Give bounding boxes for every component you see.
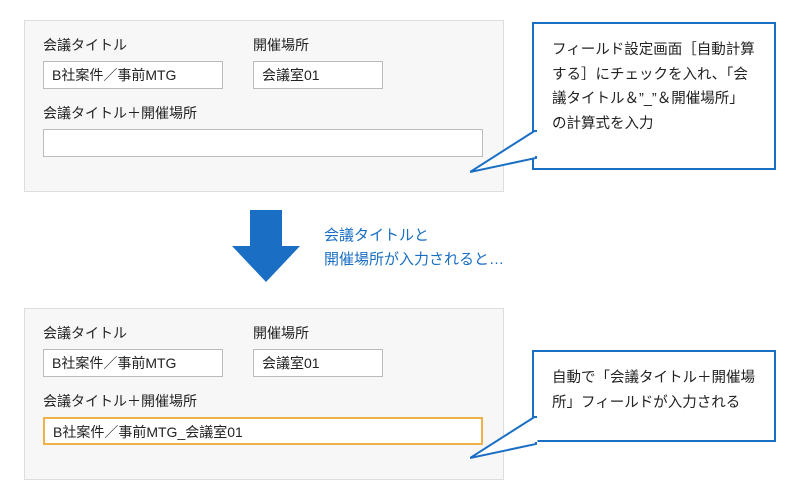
callout-tail-icon <box>470 416 540 466</box>
location-input[interactable]: 会議室01 <box>253 61 383 89</box>
arrow-section: 会議タイトルと 開催場所が入力されると… <box>24 200 776 292</box>
field-group-combined: 会議タイトル＋開催場所 <box>43 103 485 157</box>
location-label: 開催場所 <box>253 35 383 55</box>
meeting-title-label: 会議タイトル <box>43 323 223 343</box>
field-group-location: 開催場所 会議室01 <box>253 35 383 89</box>
combined-label: 会議タイトル＋開催場所 <box>43 103 485 123</box>
field-group-meeting-title: 会議タイトル B社案件／事前MTG <box>43 323 223 377</box>
form-panel-before: 会議タイトル B社案件／事前MTG 開催場所 会議室01 会議タイトル＋開催場所 <box>24 20 504 192</box>
down-arrow-icon <box>230 206 302 291</box>
callout-tail-icon <box>470 130 540 180</box>
field-group-meeting-title: 会議タイトル B社案件／事前MTG <box>43 35 223 89</box>
meeting-title-input[interactable]: B社案件／事前MTG <box>43 349 223 377</box>
field-row: 会議タイトル B社案件／事前MTG 開催場所 会議室01 <box>43 323 485 377</box>
callout-after: 自動で「会議タイトル＋開催場所」フィールドが入力される <box>532 350 776 442</box>
arrow-caption: 会議タイトルと 開催場所が入力されると… <box>324 224 504 272</box>
meeting-title-label: 会議タイトル <box>43 35 223 55</box>
combined-label: 会議タイトル＋開催場所 <box>43 391 485 411</box>
combined-input[interactable] <box>43 129 483 157</box>
callout-before-text: フィールド設定画面［自動計算する］にチェックを入れ、「会議タイトル＆”_”＆開催… <box>552 42 755 132</box>
callout-after-text: 自動で「会議タイトル＋開催場所」フィールドが入力される <box>552 370 755 411</box>
combined-input-highlighted[interactable]: B社案件／事前MTG_会議室01 <box>43 417 483 445</box>
callout-before: フィールド設定画面［自動計算する］にチェックを入れ、「会議タイトル＆”_”＆開催… <box>532 22 776 170</box>
field-group-location: 開催場所 会議室01 <box>253 323 383 377</box>
form-panel-after: 会議タイトル B社案件／事前MTG 開催場所 会議室01 会議タイトル＋開催場所… <box>24 308 504 480</box>
location-input[interactable]: 会議室01 <box>253 349 383 377</box>
meeting-title-input[interactable]: B社案件／事前MTG <box>43 61 223 89</box>
field-group-combined: 会議タイトル＋開催場所 B社案件／事前MTG_会議室01 <box>43 391 485 445</box>
location-label: 開催場所 <box>253 323 383 343</box>
field-row: 会議タイトル B社案件／事前MTG 開催場所 会議室01 <box>43 35 485 89</box>
